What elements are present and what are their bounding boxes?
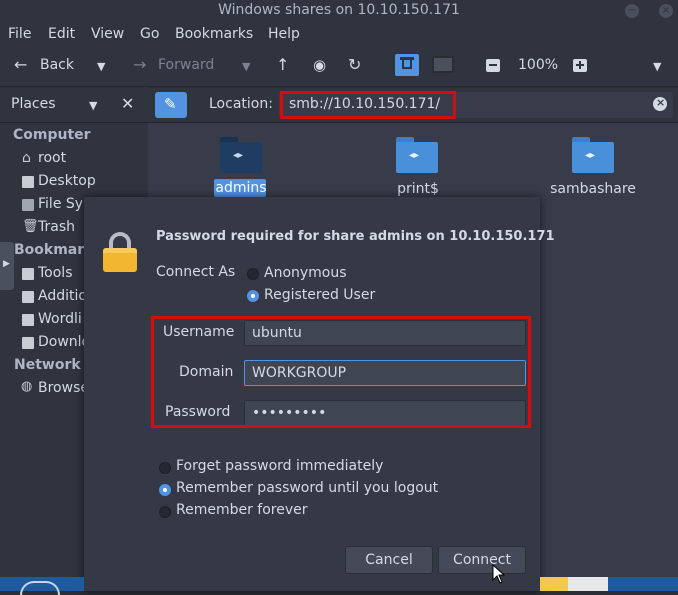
folder-icon [22, 268, 34, 280]
minimize-button[interactable]: − [625, 4, 639, 18]
radio-remember-until-logout[interactable] [159, 484, 171, 496]
location-highlight-box [280, 91, 456, 119]
globe-icon: ◍ [21, 379, 33, 394]
file-name: sambashare [550, 181, 636, 197]
forward-history-chevron-icon[interactable]: ▼ [242, 60, 250, 73]
back-button[interactable]: Back [40, 57, 74, 73]
connect-button[interactable]: Connect [438, 546, 526, 574]
close-sidebar-icon[interactable]: ✕ [121, 94, 134, 113]
forward-arrow-icon[interactable]: → [133, 55, 146, 74]
connect-as-label: Connect As [156, 264, 236, 280]
sidebar-item-root[interactable]: root [38, 150, 66, 166]
folder-icon: ◂▸ [572, 137, 614, 173]
zoom-in-icon[interactable] [573, 59, 587, 72]
close-window-button[interactable]: × [659, 4, 673, 18]
menu-go[interactable]: Go [140, 26, 159, 42]
file-item[interactable]: ◂▸ admins [214, 137, 267, 197]
radio-forget-immediately[interactable] [159, 462, 171, 474]
radio-remember-until-logout-label[interactable]: Remember password until you logout [176, 480, 438, 496]
desktop-icon [22, 176, 34, 188]
forward-button[interactable]: Forward [158, 57, 214, 73]
computer-icon[interactable] [432, 56, 454, 73]
taskbar-left [0, 577, 84, 595]
radio-registered-user[interactable] [247, 290, 259, 302]
sidebar-section-computer: Computer [13, 127, 91, 143]
back-history-chevron-icon[interactable]: ▼ [97, 60, 105, 73]
places-dropdown-chevron-icon[interactable]: ▼ [89, 99, 97, 112]
sidebar-item-trash[interactable]: Trash [38, 219, 75, 235]
dock-arrow-icon: ▶ [3, 259, 10, 269]
cancel-button[interactable]: Cancel [345, 546, 433, 574]
folder-icon [22, 291, 34, 303]
back-arrow-icon[interactable]: ← [14, 55, 27, 74]
file-name: admins [215, 180, 267, 196]
filesystem-icon [22, 199, 34, 211]
mouse-cursor-icon [492, 564, 506, 584]
menu-bookmarks[interactable]: Bookmarks [175, 26, 253, 42]
location-label: Location: [209, 96, 273, 112]
folder-icon [22, 314, 34, 326]
edit-location-button[interactable]: ✎ [155, 92, 187, 118]
menu-file[interactable]: File [8, 26, 31, 42]
sidebar-section-bookmarks: Bookmark [14, 242, 84, 258]
lock-icon [103, 232, 137, 274]
folder-icon: ◂▸ [396, 137, 438, 173]
radio-anonymous-label[interactable]: Anonymous [264, 265, 347, 281]
reload-icon[interactable]: ↻ [348, 55, 361, 74]
radio-anonymous[interactable] [247, 268, 259, 280]
dock-handle[interactable]: ▶ [0, 242, 14, 290]
folder-icon: ◂▸ [220, 137, 262, 173]
sidebar-item-downloads[interactable]: Downlo [38, 334, 84, 350]
sidebar-item-tools[interactable]: Tools [38, 265, 73, 281]
up-arrow-icon[interactable]: ↑ [276, 55, 289, 74]
folder-icon [22, 337, 34, 349]
view-menu-chevron-icon[interactable]: ▼ [653, 60, 661, 73]
radio-registered-user-label[interactable]: Registered User [264, 287, 375, 303]
sidebar-section-network: Network [14, 357, 81, 373]
sidebar-item-filesystem[interactable]: File Sys [38, 196, 82, 212]
file-item[interactable]: ◂▸ print$ [390, 137, 450, 197]
stop-icon[interactable]: ◉ [313, 56, 326, 74]
home-folder-icon: ⌂ [22, 150, 31, 166]
pencil-icon: ✎ [164, 95, 177, 113]
trash-icon: 🗑 [22, 219, 39, 234]
radio-remember-forever-label[interactable]: Remember forever [176, 502, 308, 518]
clear-location-icon[interactable]: × [653, 96, 667, 111]
dialog-title: Password required for share admins on 10… [156, 229, 555, 244]
sidebar-item-wordlists[interactable]: Wordli [38, 311, 84, 327]
menu-edit[interactable]: Edit [48, 26, 75, 42]
credentials-highlight-box [151, 316, 531, 428]
file-item[interactable]: ◂▸ sambashare [550, 137, 640, 197]
home-icon[interactable] [395, 54, 419, 76]
places-title[interactable]: Places [11, 96, 56, 112]
sidebar-item-desktop[interactable]: Desktop [38, 173, 96, 189]
menu-view[interactable]: View [91, 26, 124, 42]
zoom-level: 100% [518, 57, 559, 73]
window-title: Windows shares on 10.10.150.171 [218, 2, 460, 18]
sidebar-item-additional[interactable]: Additio [38, 288, 84, 304]
sidebar-item-browse-network[interactable]: Browse [38, 380, 84, 396]
taskbar-right [540, 577, 678, 591]
radio-forget-immediately-label[interactable]: Forget password immediately [176, 458, 383, 474]
file-name: print$ [397, 181, 439, 197]
menu-help[interactable]: Help [268, 26, 300, 42]
zoom-out-icon[interactable] [486, 59, 500, 72]
radio-remember-forever[interactable] [159, 506, 171, 518]
